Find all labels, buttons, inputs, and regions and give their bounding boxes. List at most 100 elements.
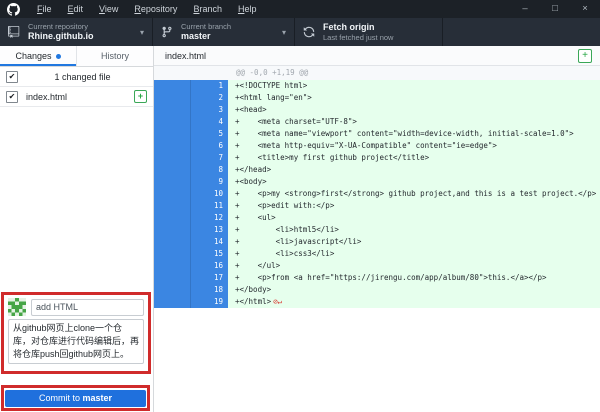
diff-gutter-line-number[interactable]: 4 <box>191 116 228 128</box>
diff-gutter-old[interactable] <box>154 200 191 212</box>
tab-history[interactable]: History <box>76 46 153 66</box>
diff-gutter-old[interactable] <box>154 92 191 104</box>
diff-code-text: + <meta name="viewport" content="width=d… <box>228 128 600 140</box>
include-all-checkbox[interactable]: ✔ <box>6 71 18 83</box>
diff-code-text: + <li>javascript</li> <box>228 236 600 248</box>
diff-code-text: + <meta http-equiv="X-UA-Compatible" con… <box>228 140 600 152</box>
diff-gutter-line-number[interactable]: 8 <box>191 164 228 176</box>
diff-code-text: + <p>from <a href="https://jirengu.com/a… <box>228 272 600 284</box>
diff-code-text: + <li>html5</li> <box>228 224 600 236</box>
diff-line: 15+ <li>css3</li> <box>154 248 600 260</box>
menu-file[interactable]: File <box>29 0 60 18</box>
branch-name: master <box>181 31 231 42</box>
menu-help[interactable]: Help <box>230 0 265 18</box>
github-desktop-window: FileEditViewRepositoryBranchHelp – □ × C… <box>0 0 600 412</box>
tab-changes[interactable]: Changes <box>0 46 76 66</box>
diff-gutter-line-number[interactable]: 13 <box>191 224 228 236</box>
repository-label: Current repository <box>28 22 94 31</box>
diff-gutter-line-number[interactable]: 18 <box>191 284 228 296</box>
diff-gutter-line-number[interactable]: 14 <box>191 236 228 248</box>
diff-line: 7+ <title>my first github project</title… <box>154 152 600 164</box>
diff-gutter-line-number[interactable]: 7 <box>191 152 228 164</box>
diff-code-text: + <meta charset="UTF-8"> <box>228 116 600 128</box>
diff-hunk-header: @@ -0,0 +1,19 @@ <box>154 66 600 80</box>
diff-gutter-line-number[interactable]: 15 <box>191 248 228 260</box>
diff-gutter-old[interactable] <box>154 296 191 308</box>
diff-gutter-old[interactable] <box>154 188 191 200</box>
diff-gutter-line-number[interactable]: 10 <box>191 188 228 200</box>
diff-code-text: + <li>css3</li> <box>228 248 600 260</box>
tab-history-label: History <box>101 51 129 61</box>
sidebar-tabs: Changes History <box>0 46 153 67</box>
changed-file-name: index.html <box>26 92 67 102</box>
diff-gutter-old[interactable] <box>154 284 191 296</box>
diff-gutter-line-number[interactable]: 16 <box>191 260 228 272</box>
menu-repository[interactable]: Repository <box>126 0 185 18</box>
commit-summary-input[interactable] <box>31 299 144 316</box>
diff-gutter-old[interactable] <box>154 104 191 116</box>
diff-gutter-old[interactable] <box>154 272 191 284</box>
diff-gutter-line-number[interactable]: 1 <box>191 80 228 92</box>
diff-line: 19+</html>⊘↵ <box>154 296 600 308</box>
diff-gutter-old[interactable] <box>154 140 191 152</box>
diff-gutter-old[interactable] <box>154 164 191 176</box>
diff-gutter-old[interactable] <box>154 152 191 164</box>
diff-gutter-old[interactable] <box>154 236 191 248</box>
diff-pane: index.html + @@ -0,0 +1,19 @@ 1+<!DOCTYP… <box>154 46 600 412</box>
diff-added-file-icon[interactable]: + <box>578 49 592 63</box>
sync-icon <box>303 26 315 38</box>
diff-line: 18+</body> <box>154 284 600 296</box>
diff-code-text: +<!DOCTYPE html> <box>228 80 600 92</box>
diff-gutter-line-number[interactable]: 12 <box>191 212 228 224</box>
fetch-title: Fetch origin <box>323 22 393 33</box>
diff-gutter-line-number[interactable]: 6 <box>191 140 228 152</box>
diff-gutter-old[interactable] <box>154 260 191 272</box>
diff-gutter-old[interactable] <box>154 212 191 224</box>
changed-file-row[interactable]: ✔ index.html + <box>0 87 153 107</box>
diff-gutter-old[interactable] <box>154 128 191 140</box>
commit-description-textarea[interactable]: 从github网页上clone一个仓库，对仓库进行代码编辑后，再将仓库push回… <box>8 319 144 364</box>
diff-gutter-old[interactable] <box>154 224 191 236</box>
chevron-down-icon: ▾ <box>140 28 144 37</box>
diff-line: 16+ </ul> <box>154 260 600 272</box>
diff-gutter-line-number[interactable]: 17 <box>191 272 228 284</box>
current-branch-selector[interactable]: Current branch master ▾ <box>153 18 295 46</box>
commit-to-master-button[interactable]: Commit to master <box>5 390 146 407</box>
include-file-checkbox[interactable]: ✔ <box>6 91 18 103</box>
diff-code-text: +<html lang="en"> <box>228 92 600 104</box>
diff-line: 1+<!DOCTYPE html> <box>154 80 600 92</box>
window-controls: – □ × <box>510 0 600 18</box>
minimize-icon[interactable]: – <box>510 0 540 18</box>
changes-sidebar: Changes History ✔ 1 changed file ✔ index… <box>0 46 154 412</box>
diff-code-text: + </ul> <box>228 260 600 272</box>
menu-view[interactable]: View <box>91 0 126 18</box>
current-repository-selector[interactable]: Current repository Rhine.github.io ▾ <box>0 18 153 46</box>
diff-gutter-old[interactable] <box>154 116 191 128</box>
repo-icon <box>8 26 20 38</box>
diff-gutter-line-number[interactable]: 3 <box>191 104 228 116</box>
diff-code-text: + <p>edit with:</p> <box>228 200 600 212</box>
diff-gutter-line-number[interactable]: 19 <box>191 296 228 308</box>
menu-bar: FileEditViewRepositoryBranchHelp <box>29 0 264 18</box>
diff-code-text: +<head> <box>228 104 600 116</box>
menu-branch[interactable]: Branch <box>185 0 230 18</box>
fetch-origin-button[interactable]: Fetch origin Last fetched just now <box>295 18 443 46</box>
diff-gutter-old[interactable] <box>154 80 191 92</box>
maximize-icon[interactable]: □ <box>540 0 570 18</box>
menu-edit[interactable]: Edit <box>60 0 92 18</box>
diff-gutter-line-number[interactable]: 2 <box>191 92 228 104</box>
github-octocat-icon <box>7 3 20 16</box>
diff-line: 6+ <meta http-equiv="X-UA-Compatible" co… <box>154 140 600 152</box>
diff-line: 12+ <ul> <box>154 212 600 224</box>
diff-code-text: + <p>my <strong>first</strong> github pr… <box>228 188 600 200</box>
diff-gutter-old[interactable] <box>154 248 191 260</box>
diff-gutter-line-number[interactable]: 9 <box>191 176 228 188</box>
diff-gutter-line-number[interactable]: 5 <box>191 128 228 140</box>
close-icon[interactable]: × <box>570 0 600 18</box>
diff-file-name: index.html <box>165 51 206 61</box>
diff-gutter-line-number[interactable]: 11 <box>191 200 228 212</box>
diff-line: 13+ <li>html5</li> <box>154 224 600 236</box>
toolbar: Current repository Rhine.github.io ▾ Cur… <box>0 18 600 46</box>
diff-line: 5+ <meta name="viewport" content="width=… <box>154 128 600 140</box>
diff-gutter-old[interactable] <box>154 176 191 188</box>
